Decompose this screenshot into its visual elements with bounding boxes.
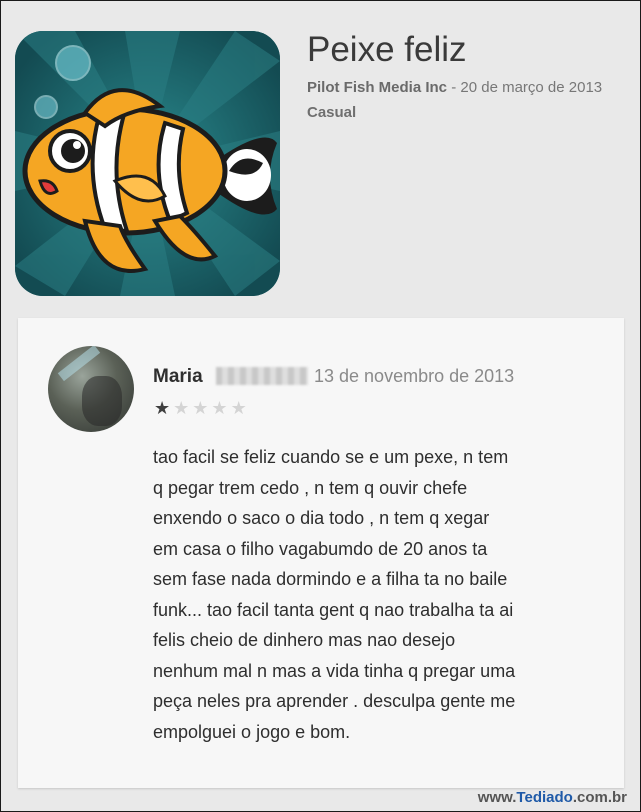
clownfish-app-icon[interactable]	[15, 31, 280, 296]
watermark-brand: Tediado	[516, 789, 573, 806]
star-empty-icon: ★	[173, 398, 193, 418]
review-text: tao facil se feliz cuando se e um pexe, …	[153, 447, 516, 742]
star-empty-icon: ★	[192, 398, 212, 418]
meta-separator: -	[447, 79, 461, 96]
app-title: Peixe feliz	[307, 30, 467, 69]
review-date: 13 de novembro de 2013	[314, 366, 515, 386]
star-rating: ★★★★★	[154, 398, 250, 419]
watermark-prefix: www.	[477, 789, 517, 806]
star-empty-icon: ★	[211, 398, 231, 418]
avatar	[48, 346, 134, 432]
watermark: www.Tediado.com.br	[478, 789, 627, 806]
blurred-surname	[216, 367, 308, 385]
star-empty-icon: ★	[230, 398, 250, 418]
review-card: Maria 13 de novembro de 2013 ★★★★★ tao f…	[18, 318, 624, 788]
watermark-suffix: .com.br	[572, 789, 627, 806]
reviewer-name: Maria	[153, 366, 203, 387]
developer-link[interactable]: Pilot Fish Media Inc	[307, 79, 447, 96]
app-meta: Pilot Fish Media Inc - 20 de março de 20…	[307, 79, 602, 96]
release-date: 20 de março de 2013	[460, 79, 603, 96]
app-category[interactable]: Casual	[307, 104, 356, 121]
star-filled-icon: ★	[154, 398, 174, 418]
